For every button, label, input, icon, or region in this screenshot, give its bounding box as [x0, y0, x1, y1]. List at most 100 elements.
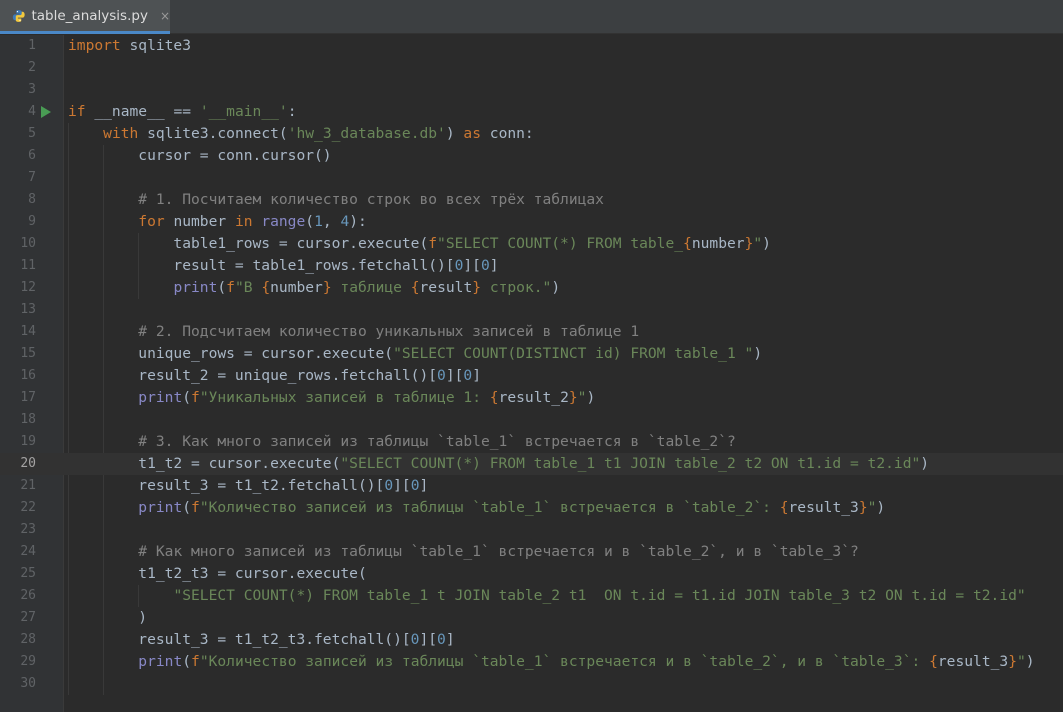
code-token: 4 [340, 213, 350, 230]
code-token: in [234, 213, 253, 230]
code-text: # 3. Как много записей из таблицы `table… [68, 431, 735, 453]
code-line-14[interactable]: 14 # 2. Подсчитаем количество уникальных… [0, 321, 1063, 343]
code-line-12[interactable]: 12 print(f"В {number} таблице {result} с… [0, 277, 1063, 299]
line-number: 24 [20, 544, 36, 559]
code-line-6[interactable]: 6 cursor = conn.cursor() [0, 145, 1063, 167]
code-token: { [261, 279, 271, 296]
code-token: table1_rows = cursor.execute( [68, 235, 429, 252]
code-token: "SELECT COUNT(*) FROM table_ [437, 235, 684, 252]
line-number: 26 [20, 588, 36, 603]
code-token: ] [472, 367, 481, 384]
code-token: ][ [393, 477, 411, 494]
code-editor[interactable]: 1 import sqlite3 2 3 4 if __name__ == '__main… [0, 35, 1063, 712]
code-text: unique_rows = cursor.execute("SELECT COU… [68, 343, 762, 365]
code-line-27[interactable]: 27 ) [0, 607, 1063, 629]
code-line-9[interactable]: 9 for number in range(1, 4): [0, 211, 1063, 233]
code-line-7[interactable]: 7 [0, 167, 1063, 189]
code-token: result_2 [498, 389, 569, 406]
code-text: # 2. Подсчитаем количество уникальных за… [68, 321, 639, 343]
code-token: # 2. Подсчитаем количество уникальных за… [138, 323, 640, 340]
code-token: print [138, 389, 183, 406]
code-line-2[interactable]: 2 [0, 57, 1063, 79]
line-number: 20 [20, 456, 36, 471]
code-token: range [261, 213, 306, 230]
code-token: ) [445, 125, 464, 142]
line-number: 19 [20, 434, 36, 449]
line-number: 18 [20, 412, 36, 427]
code-line-13[interactable]: 13 [0, 299, 1063, 321]
code-token: } [568, 389, 578, 406]
code-token: 1 [314, 213, 323, 230]
code-line-4[interactable]: 4 if __name__ == '__main__': [0, 101, 1063, 123]
code-line-26[interactable]: 26 "SELECT COUNT(*) FROM table_1 t JOIN … [0, 585, 1063, 607]
code-line-11[interactable]: 11 result = table1_rows.fetchall()[0][0] [0, 255, 1063, 277]
code-line-21[interactable]: 21 result_3 = t1_t2.fetchall()[0][0] [0, 475, 1063, 497]
code-token: "SELECT COUNT(*) FROM table_1 t JOIN tab… [173, 587, 1026, 604]
tab-close-icon[interactable]: × [160, 9, 170, 23]
line-number: 7 [28, 170, 36, 185]
code-text: cursor = conn.cursor() [68, 145, 331, 167]
code-line-22[interactable]: 22 print(f"Количество записей из таблицы… [0, 497, 1063, 519]
code-token: таблице [331, 279, 411, 296]
line-number: 8 [28, 192, 36, 207]
code-token: f [191, 499, 200, 516]
code-token: } [1008, 653, 1017, 670]
code-token: import [68, 37, 121, 54]
run-gutter-icon[interactable] [41, 106, 51, 118]
code-line-23[interactable]: 23 [0, 519, 1063, 541]
code-token: ) [551, 279, 561, 296]
code-line-30[interactable]: 30 [0, 673, 1063, 695]
code-line-24[interactable]: 24 # Как много записей из таблицы `table… [0, 541, 1063, 563]
code-line-5[interactable]: 5 with sqlite3.connect('hw_3_database.db… [0, 123, 1063, 145]
code-token: f [191, 389, 200, 406]
code-token: '__main__' [199, 103, 288, 120]
code-token: { [683, 235, 692, 252]
code-text: # 1. Посчитаем количество строк во всех … [68, 189, 604, 211]
code-line-8[interactable]: 8 # 1. Посчитаем количество строк во все… [0, 189, 1063, 211]
tab-table-analysis[interactable]: table_analysis.py × [0, 0, 170, 34]
code-token: ) [68, 609, 148, 626]
code-line-28[interactable]: 28 result_3 = t1_t2_t3.fetchall()[0][0] [0, 629, 1063, 651]
code-token: print [138, 653, 183, 670]
line-number: 29 [20, 654, 36, 669]
code-token: for [138, 213, 165, 230]
code-line-10[interactable]: 10 table1_rows = cursor.execute(f"SELECT… [0, 233, 1063, 255]
code-token: строк." [481, 279, 552, 296]
code-token: if [68, 103, 86, 120]
code-token: { [489, 389, 499, 406]
code-token: "SELECT COUNT(DISTINCT id) FROM table_1 … [393, 345, 754, 362]
line-number: 25 [20, 566, 36, 581]
code-line-20[interactable]: 20 t1_t2 = cursor.execute("SELECT COUNT(… [0, 453, 1063, 475]
code-line-18[interactable]: 18 [0, 409, 1063, 431]
code-line-25[interactable]: 25 t1_t2_t3 = cursor.execute( [0, 563, 1063, 585]
code-token: ): [349, 213, 367, 230]
code-token: result_3 = t1_t2_t3.fetchall()[ [68, 631, 411, 648]
code-line-1[interactable]: 1 import sqlite3 [0, 35, 1063, 57]
code-token: print [138, 499, 183, 516]
code-line-15[interactable]: 15 unique_rows = cursor.execute("SELECT … [0, 343, 1063, 365]
code-token: : [287, 103, 297, 120]
tab-label: table_analysis.py [31, 7, 148, 24]
code-token: # 1. Посчитаем количество строк во всех … [138, 191, 604, 208]
line-number: 15 [20, 346, 36, 361]
code-line-17[interactable]: 17 print(f"Уникальных записей в таблице … [0, 387, 1063, 409]
code-token: } [858, 499, 868, 516]
code-token: f [226, 279, 235, 296]
code-token: } [322, 279, 332, 296]
line-number: 12 [20, 280, 36, 295]
code-token: "Количество записей из таблицы `table_1`… [199, 499, 780, 516]
code-line-16[interactable]: 16 result_2 = unique_rows.fetchall()[0][… [0, 365, 1063, 387]
code-line-19[interactable]: 19 # 3. Как много записей из таблицы `ta… [0, 431, 1063, 453]
code-token: unique_rows = cursor.execute( [68, 345, 394, 362]
code-token: ( [182, 389, 192, 406]
code-line-29[interactable]: 29 print(f"Количество записей из таблицы… [0, 651, 1063, 673]
code-token: # Как много записей из таблицы `table_1`… [138, 543, 859, 560]
code-line-3[interactable]: 3 [0, 79, 1063, 101]
